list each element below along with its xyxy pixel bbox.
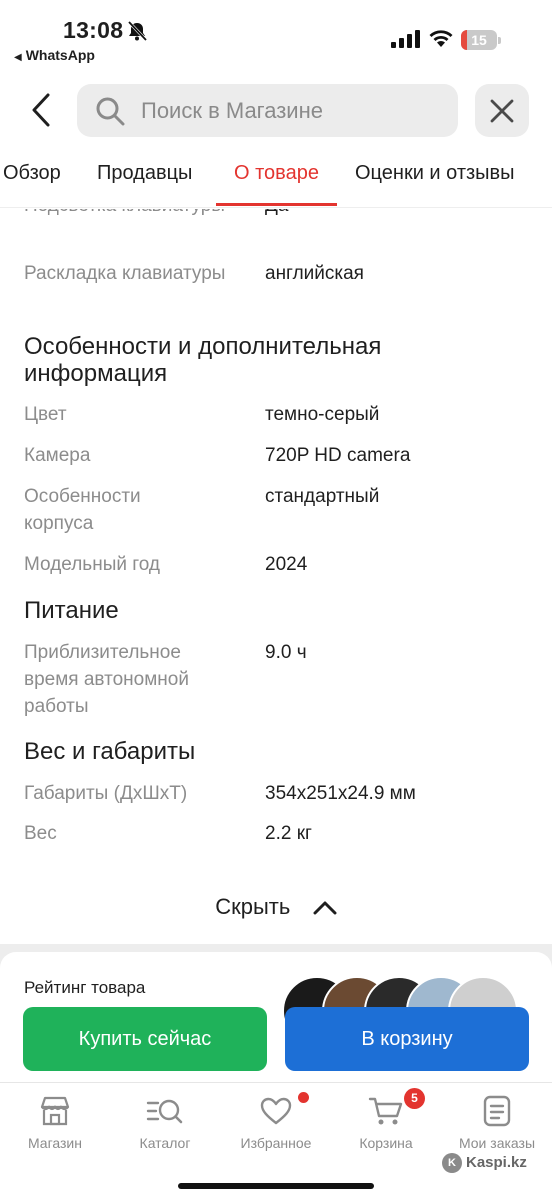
back-arrow-icon[interactable] [26, 92, 62, 128]
orders-icon [483, 1095, 511, 1127]
spec-label-layout: Раскладка клавиатуры [24, 263, 226, 284]
nav-item-favorites[interactable]: Избранное [221, 1095, 331, 1151]
buy-now-button[interactable]: Купить сейчас [23, 1007, 267, 1071]
back-to-app-link[interactable]: ◀ WhatsApp [14, 47, 95, 63]
section-title-features: Особенности и дополнительная информация [24, 333, 382, 387]
search-input[interactable]: Поиск в Магазине [77, 84, 458, 137]
spec-label-backlight: Подсветка клавиатуры [24, 209, 234, 219]
nav-item-orders[interactable]: Мои заказы [442, 1095, 552, 1151]
cart-icon [368, 1097, 403, 1125]
spec-label-color: Цвет [24, 404, 67, 425]
spec-label-camera: Камера [24, 445, 91, 466]
spec-value-dimensions: 354x251x24.9 мм [265, 783, 416, 804]
nav-label-favorites: Избранное [240, 1135, 312, 1151]
cart-count-badge: 5 [404, 1088, 425, 1109]
watermark-text: Kaspi.kz [466, 1153, 527, 1171]
specs-panel: Подсветка клавиатуры Да Раскладка клавиа… [0, 209, 552, 951]
close-icon [490, 99, 514, 123]
spec-value-color: темно-серый [265, 404, 380, 425]
tab-overview[interactable]: Обзор [3, 162, 61, 185]
store-icon [40, 1096, 70, 1126]
heart-icon [260, 1097, 292, 1125]
status-time: 13:08 [63, 17, 124, 43]
tab-sellers[interactable]: Продавцы [97, 162, 192, 185]
wifi-icon [429, 30, 453, 47]
spec-label-body: Особенности корпуса [24, 486, 141, 534]
spec-label-weight: Вес [24, 823, 57, 844]
nav-item-cart[interactable]: Корзина [331, 1095, 441, 1151]
catalog-icon [146, 1099, 183, 1124]
add-to-cart-button[interactable]: В корзину [285, 1007, 529, 1071]
spec-value-camera: 720P HD camera [265, 445, 411, 466]
close-button[interactable] [475, 84, 529, 137]
section-title-power: Питание [24, 597, 119, 624]
kaspi-logo-icon: K [442, 1153, 462, 1173]
bell-muted-icon [127, 21, 148, 41]
search-placeholder: Поиск в Магазине [141, 98, 323, 123]
spec-value-year: 2024 [265, 554, 308, 575]
hide-specs-button[interactable]: Скрыть [0, 894, 552, 926]
spec-label-year: Модельный год [24, 554, 160, 575]
nav-label-catalog: Каталог [139, 1135, 191, 1151]
tab-about-product[interactable]: О товаре [234, 162, 319, 185]
spec-value-battery-life: 9.0 ч [265, 642, 307, 663]
section-title-dimensions: Вес и габариты [24, 738, 196, 765]
hide-label: Скрыть [215, 894, 291, 919]
status-bar: 13:08 ◀ WhatsApp 15 [0, 0, 552, 70]
nav-label-orders: Мои заказы [458, 1135, 536, 1151]
spec-value-layout: английская [265, 263, 364, 284]
product-tabs: Обзор Продавцы О товаре Оценки и отзывы [0, 152, 552, 208]
nav-item-catalog[interactable]: Каталог [110, 1095, 220, 1151]
home-indicator[interactable] [178, 1183, 374, 1189]
spec-value-weight: 2.2 кг [265, 823, 312, 844]
favorites-badge-dot [298, 1092, 309, 1103]
back-app-label: WhatsApp [25, 47, 95, 63]
battery-icon: 15 [461, 30, 501, 50]
chevron-up-icon [313, 901, 337, 915]
active-tab-indicator [216, 203, 337, 206]
spec-label-battery-life: Приблизительное время автономной работы [24, 642, 189, 717]
nav-label-cart: Корзина [359, 1135, 413, 1151]
kaspi-watermark: K Kaspi.kz [442, 1153, 527, 1173]
spec-value-body: стандартный [265, 486, 380, 507]
tab-reviews[interactable]: Оценки и отзывы [355, 162, 515, 185]
nav-item-store[interactable]: Магазин [0, 1095, 110, 1151]
rating-title: Рейтинг товара [24, 978, 146, 997]
nav-label-store: Магазин [27, 1135, 82, 1151]
battery-level: 15 [471, 32, 487, 48]
search-icon [96, 97, 125, 126]
spec-value-backlight: Да [265, 209, 535, 219]
spec-label-dimensions: Габариты (ДхШхТ) [24, 783, 188, 804]
cellular-signal-icon [391, 30, 420, 48]
